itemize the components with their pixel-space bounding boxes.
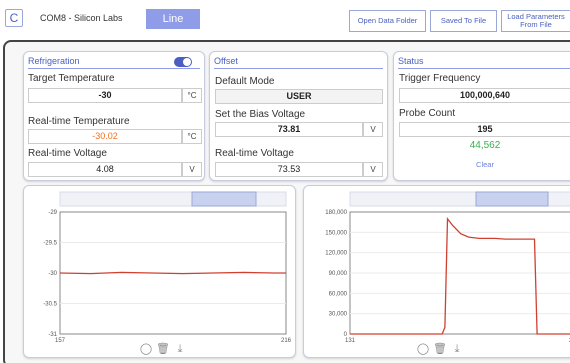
y-tick-label: 60,000 [329, 291, 348, 297]
clear-button[interactable]: Clear [399, 160, 570, 169]
status-panel: Status Trigger Frequency 100,000,640 Pro… [393, 51, 570, 181]
toolbar: C COM8 - Silicon Labs Line Open Data Fol… [0, 0, 570, 38]
temperature-chart-panel: -29 -29.5 -30 -30.5 -31 157 216 ◯ 🗑 ⤓ [23, 185, 296, 358]
navigator-selection [191, 191, 257, 207]
count-chart[interactable]: 180,000150,000120,00090,00060,00030,0000… [304, 186, 570, 359]
open-data-folder-button[interactable]: Open Data Folder [349, 10, 426, 32]
target-temperature-input[interactable]: -30 [28, 88, 182, 103]
bias-voltage-input[interactable]: 73.81 [215, 122, 363, 137]
default-mode-label: Default Mode [215, 76, 275, 87]
probe-count-value: 195 [399, 122, 570, 137]
realtime-voltage-value: 4.08 [28, 162, 182, 177]
offset-realtime-voltage-unit: V [363, 162, 383, 177]
probe-secondary-count: 44,562 [469, 140, 501, 151]
navigator-selection [475, 191, 549, 207]
delete-icon[interactable]: 🗑 [156, 342, 170, 355]
tab-line[interactable]: Line [146, 9, 200, 29]
y-tick-label: -29.5 [43, 241, 57, 247]
realtime-temperature-unit: °C [182, 129, 202, 144]
x-tick-label: 157 [55, 338, 66, 344]
y-tick-label: 90,000 [329, 271, 348, 277]
y-tick-label: 120,000 [325, 251, 347, 257]
y-tick-label: -30 [48, 271, 57, 277]
target-temperature-label: Target Temperature [28, 73, 115, 84]
offset-realtime-voltage-value: 73.53 [215, 162, 363, 177]
load-parameters-button[interactable]: Load Parameters From File [501, 10, 570, 32]
realtime-voltage-unit: V [182, 162, 202, 177]
probe-count-label: Probe Count [399, 108, 456, 119]
trigger-frequency-value: 100,000,640 [399, 88, 570, 103]
realtime-temperature-value: -30.02 [28, 129, 182, 144]
y-tick-label: 150,000 [325, 230, 347, 236]
x-tick-label: 131 [345, 338, 356, 344]
refresh-button[interactable]: C [5, 9, 23, 27]
trigger-frequency-label: Trigger Frequency [399, 73, 481, 84]
delete-icon[interactable]: 🗑 [433, 342, 447, 355]
reset-icon[interactable]: ◯ [417, 342, 429, 355]
realtime-voltage-label: Real-time Voltage [28, 148, 107, 159]
y-tick-label: -30.5 [43, 302, 57, 308]
y-tick-label: 30,000 [329, 312, 348, 318]
download-icon[interactable]: ⤓ [178, 342, 183, 355]
y-tick-label: -29 [48, 210, 57, 216]
count-chart-panel: 180,000 150,000 120,000 90,000 60,000 30,000 0… [303, 185, 570, 358]
refrigeration-panel: Refrigeration Target Temperature -30 °C … [23, 51, 205, 181]
saved-to-file-button[interactable]: Saved To File [430, 10, 497, 32]
offset-realtime-voltage-label: Real-time Voltage [215, 148, 294, 159]
offset-panel: Offset Default Mode USER Set the Bias Vo… [209, 51, 388, 181]
refrigeration-toggle[interactable] [174, 57, 192, 67]
offset-title: Offset [214, 54, 383, 69]
reset-icon[interactable]: ◯ [140, 342, 152, 355]
y-tick-label: 180,000 [325, 210, 347, 216]
default-mode-select[interactable]: USER [215, 89, 383, 104]
target-temperature-unit: °C [182, 88, 202, 103]
bias-voltage-unit: V [363, 122, 383, 137]
temperature-chart[interactable]: -29-29.5-30-30.5-31157 216◯ 🗑 ⤓ [24, 186, 297, 359]
download-icon[interactable]: ⤓ [455, 342, 460, 355]
x-tick-label: 216 [281, 338, 292, 344]
status-title: Status [398, 54, 570, 69]
realtime-temperature-label: Real-time Temperature [28, 116, 130, 127]
port-select[interactable]: COM8 - Silicon Labs [40, 13, 123, 23]
bias-voltage-label: Set the Bias Voltage [215, 109, 306, 120]
